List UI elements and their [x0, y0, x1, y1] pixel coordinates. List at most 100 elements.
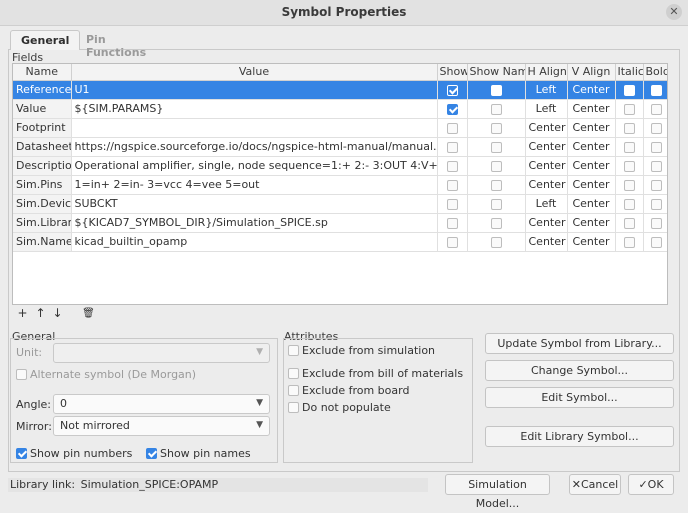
field-name-cell[interactable]: Value	[13, 99, 72, 119]
table-row[interactable]: Sim.Library${KICAD7_SYMBOL_DIR}/Simulati…	[13, 213, 667, 233]
italic-cell[interactable]	[615, 156, 644, 176]
h-align-cell[interactable]: Center	[525, 175, 568, 195]
table-row[interactable]: Sim.DeviceSUBCKT LeftCenter	[13, 194, 667, 214]
tab-pin-functions[interactable]: Pin Functions	[76, 30, 156, 59]
checkbox[interactable]	[650, 236, 662, 248]
table-row[interactable]: Sim.Name kicad_builtin_opamp Center Center	[13, 232, 667, 252]
checkbox[interactable]	[446, 160, 458, 172]
field-name-cell[interactable]: Datasheet	[13, 137, 72, 157]
italic-cell[interactable]	[615, 194, 644, 214]
checkbox[interactable]	[490, 179, 502, 191]
show-name-cell[interactable]	[467, 175, 526, 195]
alternate-symbol-checkbox[interactable]: Alternate symbol (De Morgan)	[16, 368, 196, 381]
field-value-cell[interactable]: https://ngspice.sourceforge.io/docs/ngsp…	[71, 137, 438, 157]
show-cell[interactable]	[437, 99, 468, 119]
bold-cell[interactable]	[643, 137, 667, 157]
show-cell[interactable]	[437, 175, 468, 195]
column-header-value[interactable]: Value	[71, 64, 438, 81]
show-name-cell[interactable]	[467, 137, 526, 157]
field-name-cell[interactable]: Sim.Pins	[13, 175, 72, 195]
checkbox[interactable]	[650, 217, 662, 229]
checkbox[interactable]	[446, 122, 458, 134]
italic-cell[interactable]	[615, 80, 644, 100]
checkbox[interactable]	[623, 84, 635, 96]
move-down-button[interactable]: ↓	[51, 307, 64, 320]
simulation-model-button[interactable]: Simulation Model...	[445, 474, 550, 510]
show-name-cell[interactable]	[467, 80, 526, 100]
bold-cell[interactable]	[643, 175, 667, 195]
column-header-italic[interactable]: Italic	[615, 64, 644, 81]
column-header-bold[interactable]: Bold	[643, 64, 667, 81]
table-row[interactable]: Reference U1 Left Center	[13, 80, 667, 100]
checkbox[interactable]	[446, 179, 458, 191]
h-align-cell[interactable]: Left	[525, 194, 568, 214]
bold-cell[interactable]	[643, 213, 667, 233]
show-name-cell[interactable]	[467, 194, 526, 214]
show-cell[interactable]	[437, 232, 468, 252]
bold-cell[interactable]	[643, 118, 667, 138]
ok-button[interactable]: ✓OK	[628, 474, 674, 495]
table-row[interactable]: Sim.Pins 1=in+ 2=in- 3=vcc 4=vee 5=out Cen…	[13, 175, 667, 195]
show-pin-numbers-checkbox[interactable]: Show pin numbers	[16, 447, 132, 460]
checkbox[interactable]	[446, 84, 458, 96]
cancel-button[interactable]: ✕Cancel	[569, 474, 621, 495]
checkbox[interactable]	[446, 217, 458, 229]
show-cell[interactable]	[437, 156, 468, 176]
field-name-cell[interactable]: Reference	[13, 80, 72, 100]
checkbox[interactable]	[446, 236, 458, 248]
column-header-name[interactable]: Name	[13, 64, 72, 81]
checkbox[interactable]	[650, 141, 662, 153]
add-field-button[interactable]: +	[16, 307, 29, 320]
column-header-v-align[interactable]: V Align	[567, 64, 616, 81]
v-align-cell[interactable]: Center	[567, 99, 616, 119]
column-header-h-align[interactable]: H Align	[525, 64, 568, 81]
table-row[interactable]: DescriptionOperational amplifier, single…	[13, 156, 667, 176]
field-value-cell[interactable]: Operational amplifier, single, node sequ…	[71, 156, 438, 176]
checkbox[interactable]	[490, 236, 502, 248]
v-align-cell[interactable]: Center	[567, 156, 616, 176]
field-value-cell[interactable]: ${KICAD7_SYMBOL_DIR}/Simulation_SPICE.sp	[71, 213, 438, 233]
edit-library-symbol-button[interactable]: Edit Library Symbol...	[485, 426, 674, 447]
checkbox[interactable]	[490, 122, 502, 134]
show-name-cell[interactable]	[467, 232, 526, 252]
unit-select[interactable]: ▼	[53, 343, 270, 363]
change-symbol-button[interactable]: Change Symbol...	[485, 360, 674, 381]
close-icon[interactable]: ✕	[666, 4, 682, 20]
checkbox[interactable]	[650, 103, 662, 115]
field-name-cell[interactable]: Footprint	[13, 118, 72, 138]
v-align-cell[interactable]: Center	[567, 118, 616, 138]
checkbox[interactable]	[650, 84, 662, 96]
h-align-cell[interactable]: Center	[525, 156, 568, 176]
italic-cell[interactable]	[615, 175, 644, 195]
bold-cell[interactable]	[643, 156, 667, 176]
checkbox[interactable]	[623, 141, 635, 153]
bold-cell[interactable]	[643, 232, 667, 252]
checkbox[interactable]	[446, 103, 458, 115]
field-name-cell[interactable]: Sim.Library	[13, 213, 72, 233]
exclude-bom-checkbox[interactable]: Exclude from bill of materials	[288, 367, 463, 380]
edit-symbol-button[interactable]: Edit Symbol...	[485, 387, 674, 408]
show-pin-names-checkbox[interactable]: Show pin names	[146, 447, 251, 460]
checkbox[interactable]	[623, 103, 635, 115]
angle-select[interactable]: 0 ▼	[53, 394, 270, 414]
show-name-cell[interactable]	[467, 156, 526, 176]
delete-field-button[interactable]: 🗑	[82, 307, 95, 320]
checkbox[interactable]	[623, 198, 635, 210]
table-row[interactable]: Datasheet https://ngspice.sourceforge.io/…	[13, 137, 667, 157]
show-name-cell[interactable]	[467, 118, 526, 138]
move-up-button[interactable]: ↑	[34, 307, 47, 320]
checkbox[interactable]	[650, 122, 662, 134]
field-name-cell[interactable]: Sim.Name	[13, 232, 72, 252]
italic-cell[interactable]	[615, 118, 644, 138]
field-name-cell[interactable]: Description	[13, 156, 72, 176]
show-cell[interactable]	[437, 194, 468, 214]
checkbox[interactable]	[490, 198, 502, 210]
checkbox[interactable]	[623, 160, 635, 172]
checkbox[interactable]	[490, 84, 502, 96]
show-cell[interactable]	[437, 118, 468, 138]
checkbox[interactable]	[623, 236, 635, 248]
update-symbol-button[interactable]: Update Symbol from Library...	[485, 333, 674, 354]
show-cell[interactable]	[437, 80, 468, 100]
checkbox[interactable]	[490, 103, 502, 115]
h-align-cell[interactable]: Left	[525, 80, 568, 100]
